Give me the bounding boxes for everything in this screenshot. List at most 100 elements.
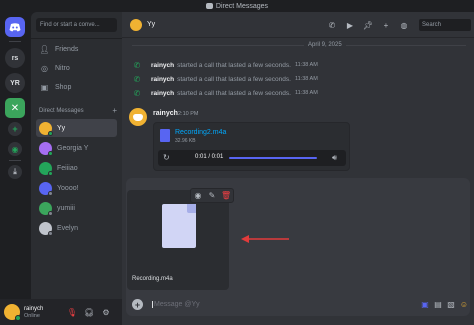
- user-avatar[interactable]: [4, 304, 21, 321]
- file-icon: [162, 204, 196, 248]
- server-yr[interactable]: YR: [5, 73, 25, 93]
- add-server-button[interactable]: +: [8, 122, 22, 136]
- pin-icon[interactable]: 📌︎: [363, 20, 373, 30]
- nav-friends[interactable]: 👤︎ Friends: [36, 42, 117, 56]
- find-conversation-input[interactable]: Find or start a conve...: [36, 18, 117, 32]
- user-panel: rainych Online 🎙︎ 🎧︎ ⚙: [0, 299, 122, 325]
- call-message: ✆ rainych started a call that lasted a f…: [132, 60, 462, 70]
- server-rs[interactable]: rs: [5, 48, 25, 68]
- phone-icon: ✆: [133, 60, 141, 70]
- edit-icon[interactable]: ✎: [207, 191, 217, 200]
- chat-header: Yy ✆ ▶ 📌︎ + ◍ Search: [122, 12, 474, 38]
- app-window: Direct Messages rs YR ✕ + ◉ ⤓ Find or st…: [0, 0, 474, 325]
- emoji-icon[interactable]: ☺: [459, 299, 469, 309]
- call-user[interactable]: rainych: [151, 90, 174, 97]
- upload-area: Recording.m4a ◉ ✎ 🗑︎ + Message @Yy ▣ ▤ ▧…: [126, 178, 470, 316]
- upload-toolbar: ◉ ✎ 🗑︎: [190, 188, 234, 203]
- progress-bar[interactable]: [229, 157, 317, 159]
- nitro-gift-icon[interactable]: ▣: [420, 299, 430, 309]
- call-user[interactable]: rainych: [151, 76, 174, 83]
- phone-icon: ✆: [133, 88, 141, 98]
- avatar: [39, 121, 53, 136]
- arrow-annotation: [241, 235, 289, 243]
- gear-icon[interactable]: ⚙: [101, 307, 111, 317]
- message-avatar[interactable]: [129, 108, 147, 126]
- call-icon[interactable]: ✆: [327, 20, 337, 30]
- dm-item-yumiii[interactable]: yumiii: [36, 199, 117, 217]
- trash-icon[interactable]: 🗑︎: [221, 191, 231, 200]
- add-friend-icon[interactable]: +: [381, 20, 391, 30]
- online-status-icon: [48, 130, 53, 136]
- avatar: [39, 221, 53, 236]
- audio-file-icon: [160, 129, 170, 142]
- add-icon: +: [12, 124, 18, 134]
- offline-status-icon: [48, 190, 53, 196]
- user-info[interactable]: rainych Online: [24, 305, 43, 320]
- dm-name: Yy: [57, 124, 66, 132]
- upload-filename: Recording.m4a: [132, 276, 173, 282]
- message-input-row: + Message @Yy ▣ ▤ ▧ ☺: [126, 296, 470, 316]
- profile-icon[interactable]: ◍: [399, 20, 409, 30]
- message-author[interactable]: rainych: [153, 110, 178, 117]
- server-tools[interactable]: ✕: [5, 98, 25, 118]
- video-icon[interactable]: ▶: [345, 20, 355, 30]
- avatar: [39, 201, 53, 216]
- headphones-icon[interactable]: 🎧︎: [84, 307, 94, 317]
- dm-name: yumiii: [57, 204, 75, 212]
- call-message: ✆ rainych started a call that lasted a f…: [132, 88, 462, 98]
- attachment-size: 32.96 KB: [175, 138, 196, 144]
- nitro-icon: ◎: [41, 63, 48, 73]
- add-attachment-icon[interactable]: +: [132, 299, 143, 310]
- date-label: April 9, 2025: [304, 42, 346, 48]
- dm-item-evelyn[interactable]: Evelyn: [36, 219, 117, 237]
- create-dm-button[interactable]: +: [112, 107, 117, 115]
- replay-icon[interactable]: ↻: [163, 153, 170, 162]
- playback-time: 0:01 / 0:01: [195, 154, 224, 160]
- dm-name: Feiiiao: [57, 164, 78, 172]
- message-input[interactable]: Message @Yy: [152, 301, 200, 308]
- upload-file-card: Recording.m4a: [127, 190, 229, 290]
- date-divider: [132, 45, 466, 46]
- call-text: started a call that lasted a few seconds…: [177, 75, 291, 83]
- discover-button[interactable]: ◉: [8, 142, 22, 156]
- online-status-icon: [15, 315, 21, 321]
- mute-mic-icon[interactable]: 🎙︎: [67, 307, 77, 317]
- discord-icon: [9, 22, 21, 31]
- nav-nitro[interactable]: ◎ Nitro: [36, 61, 117, 75]
- home-button[interactable]: [5, 17, 25, 37]
- download-icon: ⤓: [13, 167, 17, 176]
- dm-header-label: Direct Messages: [39, 108, 84, 114]
- friends-icon: 👤︎: [39, 44, 50, 54]
- download-button[interactable]: ⤓: [8, 165, 22, 179]
- window-title: Direct Messages: [215, 2, 269, 10]
- search-input[interactable]: Search: [419, 19, 471, 31]
- rail-divider: [9, 160, 21, 161]
- title-bar: Direct Messages: [0, 0, 474, 12]
- compass-icon: ◉: [11, 144, 19, 154]
- user-status: Online: [24, 312, 40, 319]
- gif-icon[interactable]: ▤: [433, 299, 443, 309]
- nav-shop[interactable]: ▣ Shop: [36, 80, 117, 94]
- dm-item-feiiiao[interactable]: Feiiiao: [36, 159, 117, 177]
- sticker-icon[interactable]: ▧: [446, 299, 456, 309]
- header-avatar: [130, 18, 142, 31]
- avatar: [39, 141, 53, 156]
- nav-label: Shop: [55, 83, 72, 91]
- attachment-filename[interactable]: Recording2.m4a: [175, 129, 226, 136]
- dm-item-yy[interactable]: Yy: [36, 119, 117, 137]
- audio-player: ↻ 0:01 / 0:01 🔊︎: [158, 150, 346, 166]
- eye-icon[interactable]: ◉: [193, 191, 203, 200]
- call-user[interactable]: rainych: [151, 62, 174, 69]
- online-status-icon: [48, 170, 53, 176]
- discord-logo-icon: [205, 3, 213, 9]
- dm-name: Evelyn: [57, 224, 79, 232]
- call-time: 11:38 AM: [294, 62, 318, 68]
- nav-label: Friends: [55, 45, 79, 53]
- dm-item-yoooo[interactable]: Yoooo!: [36, 179, 117, 197]
- nav-label: Nitro: [55, 64, 70, 72]
- volume-icon[interactable]: 🔊︎: [332, 153, 337, 163]
- message-time: 2:10 PM: [178, 111, 199, 117]
- dm-item-georgia[interactable]: Georgia Y: [36, 139, 117, 157]
- call-text: started a call that lasted a few seconds…: [177, 61, 291, 69]
- avatar: [39, 181, 53, 196]
